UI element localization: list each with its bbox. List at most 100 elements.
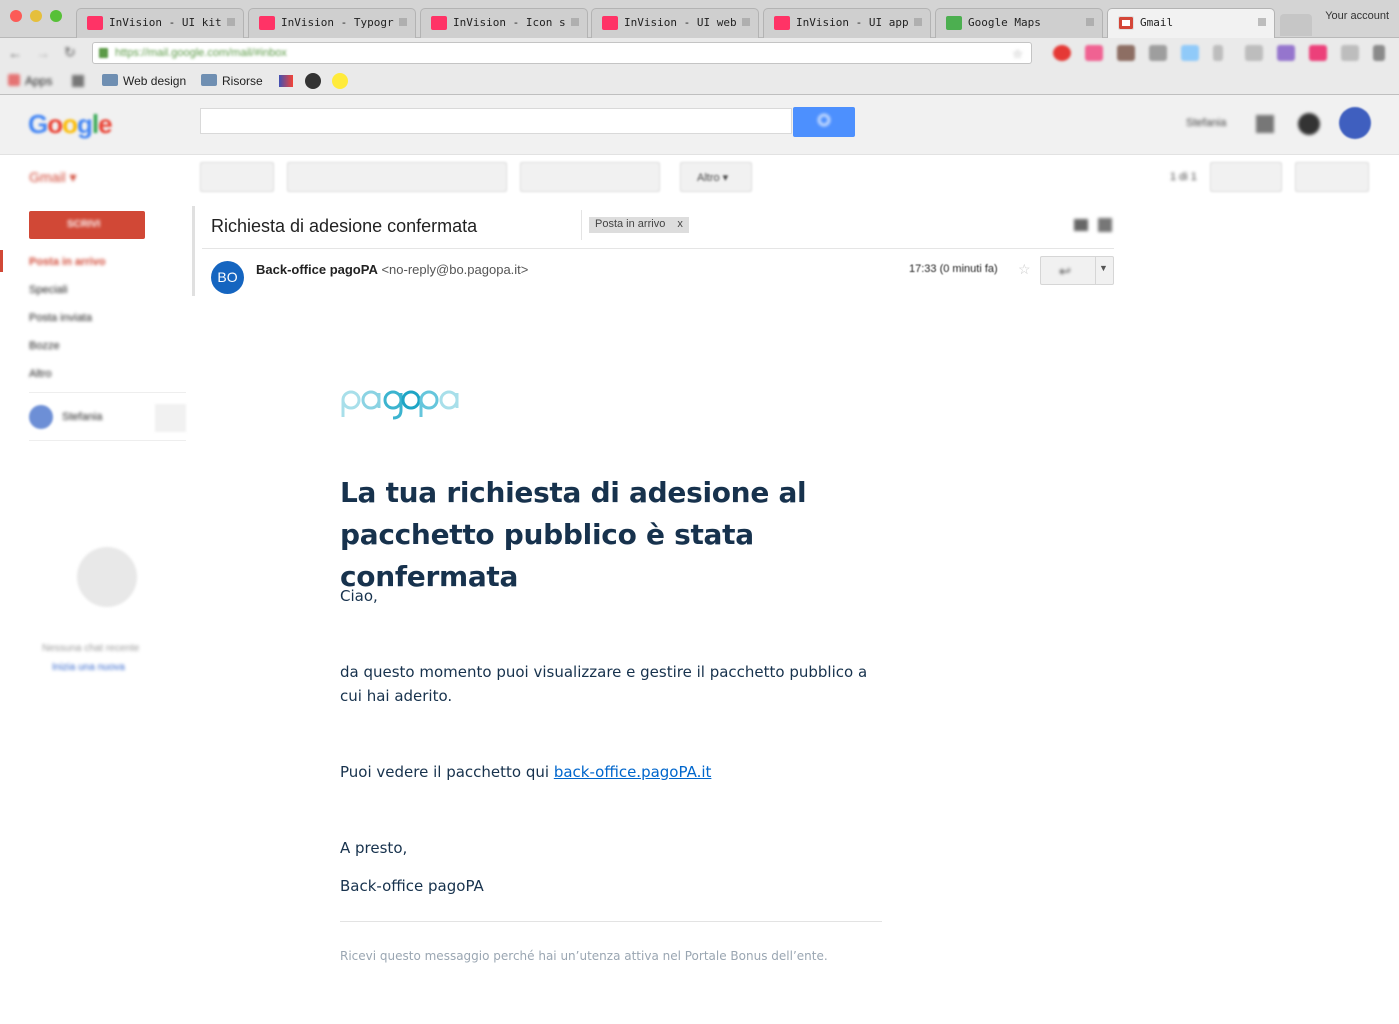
more-button[interactable]: Altro ▾ [680, 162, 752, 192]
close-tab-icon[interactable] [1086, 18, 1094, 26]
close-tab-icon[interactable] [399, 18, 407, 26]
search-input[interactable] [200, 108, 792, 134]
sidebar-item-inbox[interactable]: Posta in arrivo [29, 256, 105, 268]
new-window-icon[interactable] [1098, 218, 1112, 232]
divider [581, 210, 582, 240]
opera-extension-icon[interactable] [1053, 45, 1071, 61]
chat-avatar[interactable] [29, 405, 53, 429]
forward-icon[interactable]: → [36, 45, 50, 61]
close-tab-icon[interactable] [914, 18, 922, 26]
invision-icon [87, 16, 103, 30]
chat-search-button[interactable] [155, 404, 186, 432]
remove-label-icon[interactable]: x [677, 218, 683, 230]
extension-icon[interactable] [1277, 45, 1295, 61]
compose-button[interactable]: SCRIVI [29, 211, 145, 239]
email-paragraph: da questo momento puoi visualizzare e ge… [340, 663, 868, 705]
sidebar-item-drafts[interactable]: Bozze [29, 340, 60, 352]
bookmark-apps[interactable]: Apps [8, 74, 52, 88]
extension-icon[interactable] [1309, 45, 1327, 61]
chat-user-name[interactable]: Stefania [62, 411, 102, 423]
browser-tab[interactable]: InVision - UI kit [76, 8, 244, 38]
bookmark-risorse[interactable]: Risorse [201, 74, 263, 88]
star-icon[interactable]: ☆ [1018, 261, 1031, 278]
power-icon[interactable] [305, 73, 321, 89]
maximize-window-icon[interactable] [50, 10, 62, 22]
chevron-down-icon[interactable]: ▼ [1099, 263, 1108, 273]
sender-avatar: BO [211, 261, 244, 294]
sender: Back-office pagoPA <no-reply@bo.pagopa.i… [256, 262, 528, 277]
sidebar-item-sent[interactable]: Posta inviata [29, 312, 92, 324]
move-label-buttons[interactable] [520, 162, 660, 192]
pagopa-logo-graphic [341, 390, 459, 420]
gmail-label[interactable]: Gmail ▾ [29, 169, 76, 186]
divider [202, 248, 1114, 249]
new-tab-button[interactable] [1280, 14, 1312, 36]
browser-tab[interactable]: Google Maps [935, 8, 1103, 38]
extension-icon[interactable] [1149, 45, 1167, 61]
sender-name: Back-office pagoPA [256, 262, 378, 277]
email-footer: Ricevi questo messaggio perché hai un’ut… [340, 949, 828, 963]
sidebar-item-starred[interactable]: Speciali [29, 284, 68, 296]
close-tab-icon[interactable] [227, 18, 235, 26]
close-tab-icon[interactable] [1258, 18, 1266, 26]
close-tab-icon[interactable] [571, 18, 579, 26]
pagination-buttons[interactable] [1210, 162, 1282, 192]
star-icon[interactable]: ☆ [1012, 47, 1023, 61]
print-icon[interactable] [1074, 219, 1088, 231]
lock-icon [99, 48, 108, 58]
divider [29, 392, 186, 393]
message-time: 17:33 (0 minuti fa) [909, 263, 998, 275]
account-label[interactable]: Your account [1325, 10, 1389, 22]
email-subject: Richiesta di adesione confermata [211, 216, 478, 236]
apps-icon [8, 74, 20, 86]
invision-icon [602, 16, 618, 30]
pagopa-logo [340, 379, 460, 421]
browser-tab[interactable]: InVision - Typogr [248, 8, 416, 38]
bookmark-icon[interactable] [332, 73, 348, 89]
reload-icon[interactable]: ↻ [64, 44, 76, 61]
folder-icon [102, 74, 118, 86]
extension-icon[interactable] [1341, 45, 1359, 61]
inbox-label-chip[interactable]: Posta in arrivo x [589, 217, 689, 233]
sender-email: <no-reply@bo.pagopa.it> [381, 262, 529, 277]
extension-icon[interactable] [1213, 45, 1223, 61]
menu-icon[interactable] [1373, 45, 1385, 61]
invision-icon [259, 16, 275, 30]
chat-start-link[interactable]: Inizia una nuova [52, 662, 125, 673]
pagination-label: 1 di 1 [1170, 171, 1197, 183]
scrollbar[interactable] [192, 206, 195, 296]
browser-tab[interactable]: InVision - UI app [763, 8, 931, 38]
minimize-window-icon[interactable] [30, 10, 42, 22]
google-logo[interactable]: Google [28, 109, 113, 140]
bookmark-icon[interactable] [279, 75, 293, 87]
notifications-icon[interactable] [1298, 113, 1320, 135]
archive-spam-delete-buttons[interactable] [287, 162, 507, 192]
extension-icon[interactable] [1181, 45, 1199, 61]
browser-tab-active[interactable]: Gmail [1107, 8, 1275, 38]
email-link-line: Puoi vedere il pacchetto qui back-office… [340, 763, 712, 781]
backoffice-link[interactable]: back-office.pagoPA.it [554, 763, 712, 781]
avatar[interactable] [1339, 107, 1371, 139]
active-nav-indicator [0, 250, 3, 272]
sidebar-item-more[interactable]: Altro [29, 368, 52, 380]
folder-icon [201, 74, 217, 86]
url-input[interactable]: https://mail.google.com/mail/#inbox ☆ [92, 42, 1032, 64]
reply-button[interactable]: ↩ ▼ [1040, 256, 1114, 285]
invision-icon [431, 16, 447, 30]
search-button[interactable] [793, 107, 855, 137]
extension-icon[interactable] [1245, 45, 1263, 61]
close-window-icon[interactable] [10, 10, 22, 22]
bookmarks-bar: Apps Web design Risorse [0, 68, 1399, 95]
extension-icon[interactable] [1117, 45, 1135, 61]
browser-tab[interactable]: InVision - UI web [591, 8, 759, 38]
back-to-inbox-button[interactable] [200, 162, 274, 192]
close-tab-icon[interactable] [742, 18, 750, 26]
extension-icon[interactable] [1085, 45, 1103, 61]
browser-tab[interactable]: InVision - Icon s [420, 8, 588, 38]
user-name[interactable]: Stefania [1186, 117, 1226, 129]
bookmark-icon[interactable] [72, 75, 84, 87]
back-icon[interactable]: ← [8, 45, 22, 61]
settings-button[interactable] [1295, 162, 1369, 192]
bookmark-web-design[interactable]: Web design [102, 74, 186, 88]
apps-grid-icon[interactable] [1256, 115, 1274, 133]
